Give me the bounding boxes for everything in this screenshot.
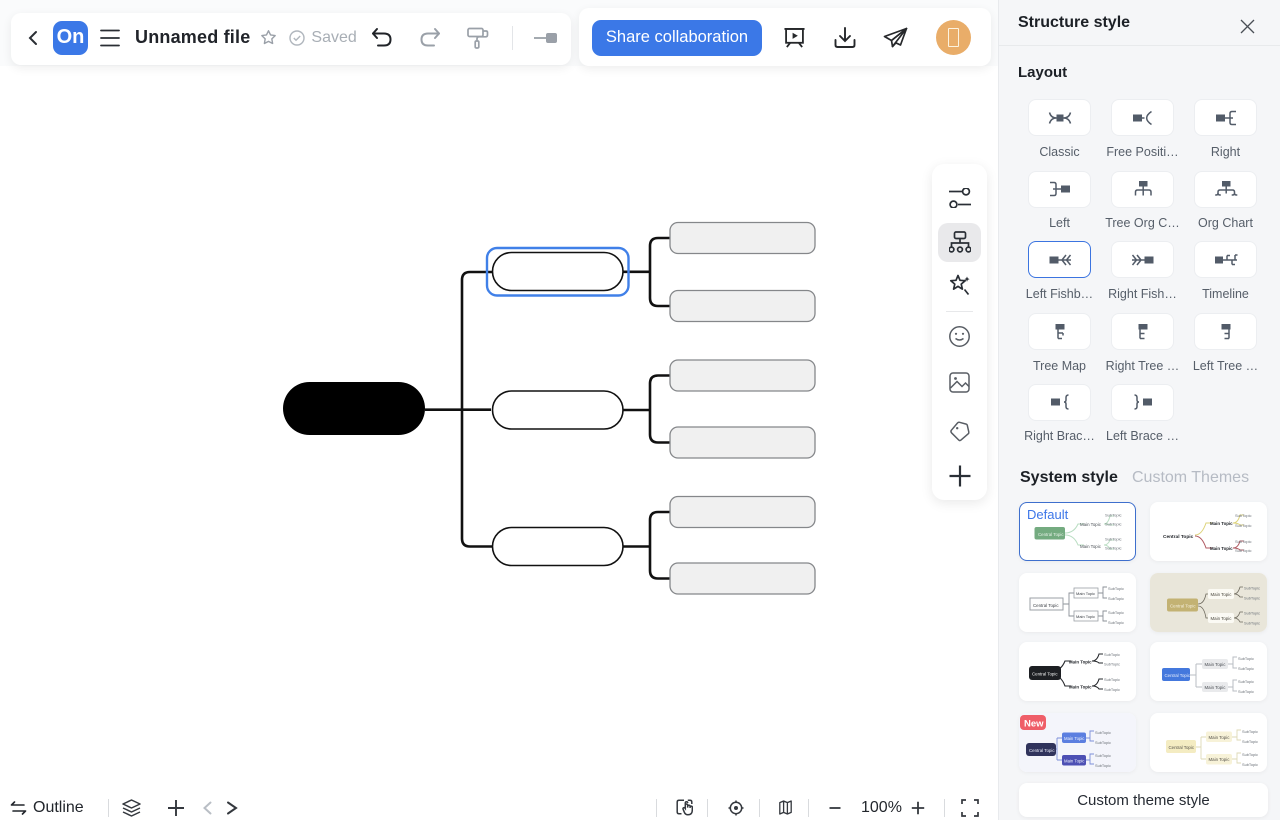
svg-text:Main Topic: Main Topic [1208,757,1230,762]
svg-text:SubTopic: SubTopic [1108,620,1124,625]
svg-text:Main Topic: Main Topic [1064,736,1085,741]
svg-text:SubTopic: SubTopic [1104,652,1120,657]
svg-text:SubTopic: SubTopic [1108,596,1124,601]
svg-text:Main Topic: Main Topic [1080,544,1102,549]
svg-text:SubTopic: SubTopic [1244,610,1260,615]
svg-text:SubTopic: SubTopic [1238,679,1254,684]
svg-text:Central Topic: Central Topic [1032,672,1058,677]
svg-text:Main Topic: Main Topic [1204,685,1226,690]
svg-text:SubTopic: SubTopic [1105,545,1121,550]
svg-text:SubTopic: SubTopic [1242,729,1258,734]
svg-text:SubTopic: SubTopic [1108,586,1124,591]
svg-text:Central Topic: Central Topic [1038,532,1064,537]
svg-text:Main Topic: Main Topic [1069,660,1092,665]
svg-text:SubTopic: SubTopic [1242,762,1258,767]
svg-text:Main Topic: Main Topic [1210,521,1233,526]
svg-text:SubTopic: SubTopic [1095,763,1111,768]
svg-text:Central Topic: Central Topic [1168,745,1194,750]
svg-text:SubTopic: SubTopic [1105,536,1121,541]
svg-text:Main Topic: Main Topic [1210,616,1232,621]
svg-text:SubTopic: SubTopic [1235,523,1251,528]
svg-text:SubTopic: SubTopic [1235,539,1251,544]
svg-text:Central Topic: Central Topic [1033,603,1059,608]
svg-text:SubTopic: SubTopic [1235,548,1251,553]
svg-text:Central Topic: Central Topic [1170,603,1196,608]
svg-text:SubTopic: SubTopic [1104,662,1120,667]
svg-text:Main Topic: Main Topic [1064,758,1085,763]
svg-text:SubTopic: SubTopic [1244,620,1260,625]
svg-text:SubTopic: SubTopic [1238,689,1254,694]
svg-text:SubTopic: SubTopic [1235,513,1251,518]
svg-text:Main Topic: Main Topic [1069,685,1092,690]
svg-text:Central Topic: Central Topic [1029,748,1055,753]
svg-text:Main Topic: Main Topic [1076,591,1095,596]
svg-text:SubTopic: SubTopic [1105,512,1121,517]
svg-text:Main Topic: Main Topic [1210,546,1233,551]
svg-text:SubTopic: SubTopic [1238,666,1254,671]
svg-text:SubTopic: SubTopic [1244,595,1260,600]
svg-text:Main Topic: Main Topic [1204,662,1226,667]
svg-text:SubTopic: SubTopic [1108,610,1124,615]
svg-text:SubTopic: SubTopic [1095,740,1111,745]
svg-text:New: New [1024,718,1044,729]
svg-text:SubTopic: SubTopic [1095,730,1111,735]
svg-text:Main Topic: Main Topic [1080,522,1102,527]
svg-text:Main Topic: Main Topic [1210,592,1232,597]
svg-text:SubTopic: SubTopic [1242,739,1258,744]
svg-text:SubTopic: SubTopic [1242,752,1258,757]
svg-text:Central Topic: Central Topic [1163,534,1194,540]
svg-text:Main Topic: Main Topic [1208,735,1230,740]
svg-text:SubTopic: SubTopic [1238,656,1254,661]
svg-text:Central Topic: Central Topic [1164,673,1190,678]
svg-text:SubTopic: SubTopic [1105,521,1121,526]
svg-text:SubTopic: SubTopic [1244,585,1260,590]
svg-text:Main Topic: Main Topic [1076,614,1095,619]
svg-text:SubTopic: SubTopic [1104,677,1120,682]
svg-text:SubTopic: SubTopic [1104,687,1120,692]
svg-text:Default: Default [1027,507,1069,522]
svg-text:SubTopic: SubTopic [1095,753,1111,758]
